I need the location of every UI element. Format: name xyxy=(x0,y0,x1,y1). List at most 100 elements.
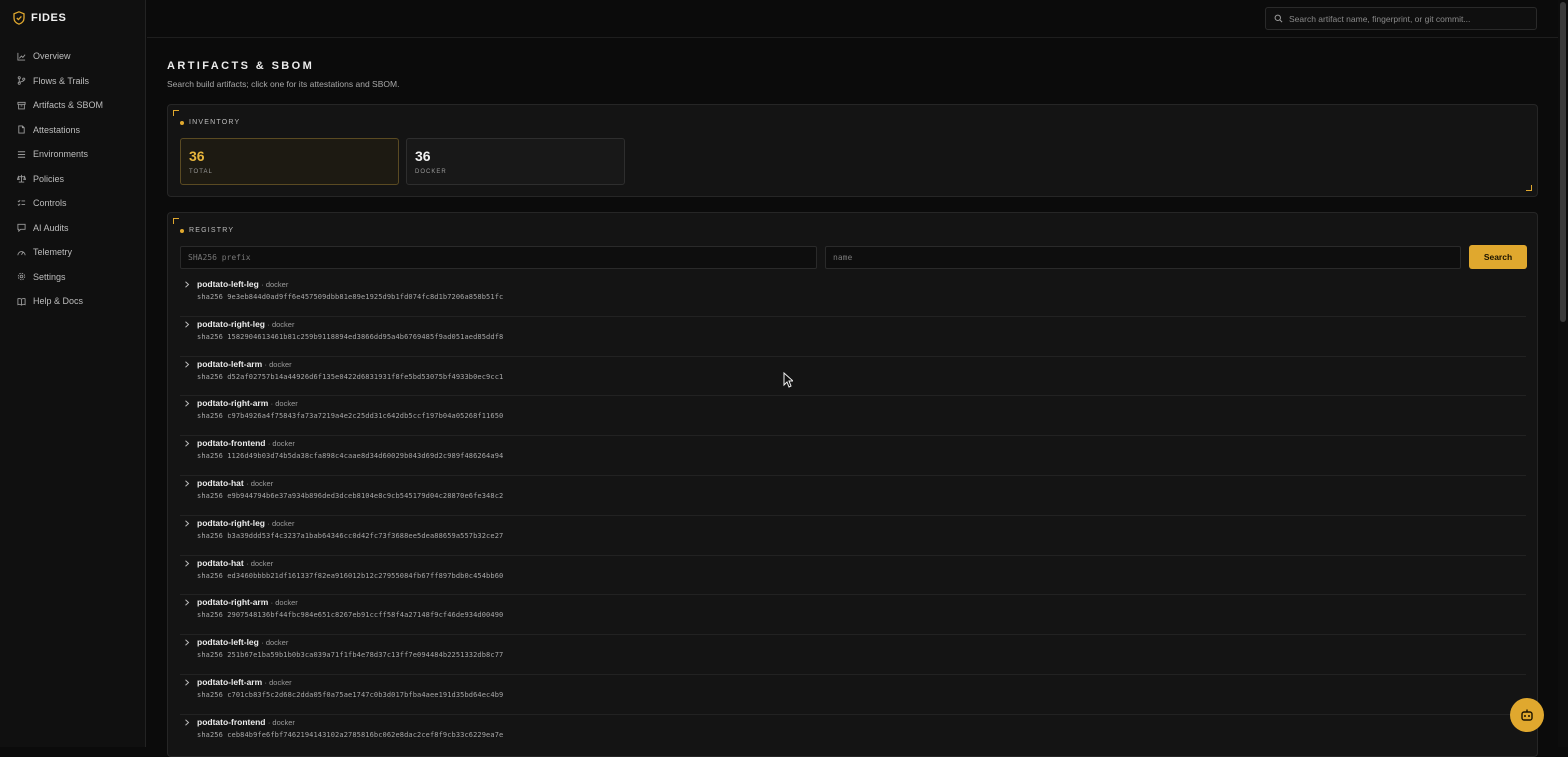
artifact-name-text: podtato-right-arm xyxy=(197,398,269,409)
artifact-name-text: podtato-left-arm xyxy=(197,676,263,687)
artifact-type: · docker xyxy=(246,478,274,488)
sidebar-item-help-docs[interactable]: Help & Docs xyxy=(0,289,146,314)
artifact-sha: sha256 1582904613461b81c259b9118894ed386… xyxy=(197,332,504,341)
chevron-right-icon[interactable] xyxy=(184,560,190,567)
artifact-type: · docker xyxy=(264,359,292,369)
stat-card-total[interactable]: 36 TOTAL xyxy=(180,138,399,185)
sidebar-item-overview[interactable]: Overview xyxy=(0,44,146,69)
sidebar-item-telemetry[interactable]: Telemetry xyxy=(0,240,146,265)
inventory-panel: INVENTORY 36 TOTAL 36 DOCKER xyxy=(167,104,1538,197)
sidebar-item-label: Settings xyxy=(33,271,66,282)
artifact-name-text: podtato-right-leg xyxy=(197,517,265,528)
sidebar-item-label: Help & Docs xyxy=(33,296,84,307)
artifact-row[interactable]: podtato-left-leg · docker sha256 9e3eb844… xyxy=(180,277,1526,317)
artifact-row[interactable]: podtato-hat · docker sha256 ed3460bbbb21d… xyxy=(180,556,1526,596)
artifact-row[interactable]: podtato-right-arm · docker sha256 c97b492… xyxy=(180,396,1526,437)
sidebar-item-attestations[interactable]: Attestations xyxy=(0,118,146,143)
mouse-cursor-icon xyxy=(783,372,793,388)
sidebar-item-controls[interactable]: Controls xyxy=(0,191,146,216)
sidebar-item-label: Attestations xyxy=(33,124,81,135)
archive-box-icon xyxy=(17,101,26,110)
chevron-right-icon[interactable] xyxy=(184,281,190,288)
shield-logo-icon xyxy=(13,11,25,25)
gear-icon xyxy=(17,273,26,281)
artifact-type: · docker xyxy=(270,598,298,608)
scale-icon xyxy=(17,175,26,183)
artifact-sha: sha256 e9b944794b6e37a934b896ded3dceb810… xyxy=(197,491,504,500)
sidebar-item-settings[interactable]: Settings xyxy=(0,265,146,290)
artifact-type: · docker xyxy=(267,518,295,528)
chevron-right-icon[interactable] xyxy=(184,361,190,368)
brand[interactable]: FIDES xyxy=(13,11,66,25)
artifact-sha: sha256 1126d49b03d74b5da38cfa898c4caae8d… xyxy=(197,452,504,461)
scrollbar-thumb[interactable] xyxy=(1560,2,1566,322)
global-search[interactable] xyxy=(1265,7,1537,30)
assistant-button[interactable] xyxy=(1510,698,1544,732)
artifact-sha: sha256 2907548136bf44fbc984e651c8267eb91… xyxy=(197,611,504,620)
artifact-name-text: podtato-hat xyxy=(197,557,244,568)
artifact-sha: sha256 b3a39ddd53f4c3237a1bab64346cc0d42… xyxy=(197,531,504,540)
chevron-right-icon[interactable] xyxy=(184,719,190,726)
artifact-row[interactable]: podtato-frontend · docker sha256 ceb84b9f… xyxy=(180,715,1526,755)
artifact-row[interactable]: podtato-left-arm · docker sha256 d52af027… xyxy=(180,357,1526,397)
name-filter-input[interactable] xyxy=(825,246,1461,269)
artifact-type: · docker xyxy=(270,399,298,409)
artifact-sha: sha256 d52af02757b14a44926d6f135e0422d68… xyxy=(197,372,504,381)
stat-card-docker[interactable]: 36 DOCKER xyxy=(406,138,625,185)
sidebar-item-flows-trails[interactable]: Flows & Trails xyxy=(0,69,146,94)
artifact-row[interactable]: podtato-hat · docker sha256 e9b944794b6e3… xyxy=(180,476,1526,516)
artifact-sha: sha256 c97b4926a4f75843fa73a7219a4e2c25d… xyxy=(197,412,504,421)
artifact-sha: sha256 ceb84b9fe6fbf7462194143102a278581… xyxy=(197,730,504,739)
artifact-row[interactable]: podtato-right-arm · docker sha256 2907548… xyxy=(180,595,1526,636)
sidebar-item-label: Environments xyxy=(33,149,89,160)
sidebar-nav: Overview Flows & Trails Artifacts & SBOM… xyxy=(0,44,146,314)
artifact-name: podtato-frontend · docker xyxy=(197,717,295,727)
chevron-right-icon[interactable] xyxy=(184,520,190,527)
robot-icon xyxy=(1521,709,1533,721)
artifact-name-text: podtato-right-leg xyxy=(197,318,265,329)
artifact-list: podtato-left-leg · docker sha256 9e3eb844… xyxy=(180,277,1526,755)
artifact-type: · docker xyxy=(264,677,292,687)
artifact-name: podtato-right-leg · docker xyxy=(197,319,294,329)
sidebar-item-artifacts-sbom[interactable]: Artifacts & SBOM xyxy=(0,93,146,118)
chevron-right-icon[interactable] xyxy=(184,440,190,447)
section-title: INVENTORY xyxy=(189,119,241,126)
status-dot-icon xyxy=(180,120,184,125)
chevron-right-icon[interactable] xyxy=(184,599,190,606)
artifact-name: podtato-left-arm · docker xyxy=(197,359,292,369)
stat-value: 36 xyxy=(415,148,431,164)
chevron-right-icon[interactable] xyxy=(184,679,190,686)
sha256-prefix-input[interactable] xyxy=(180,246,817,269)
registry-panel: REGISTRY Search podtato-left-leg · docke… xyxy=(167,212,1538,757)
artifact-name: podtato-left-leg · docker xyxy=(197,279,288,289)
artifact-name: podtato-right-leg · docker xyxy=(197,518,294,528)
artifact-name-text: podtato-left-leg xyxy=(197,279,259,289)
stat-value: 36 xyxy=(189,148,205,164)
artifact-type: · docker xyxy=(246,558,274,568)
artifact-name: podtato-hat · docker xyxy=(197,478,273,488)
chevron-right-icon[interactable] xyxy=(184,639,190,646)
sidebar: FIDES Overview Flows & Trails Artifacts … xyxy=(0,0,146,747)
artifact-row[interactable]: podtato-right-leg · docker sha256 1582904… xyxy=(180,317,1526,357)
sidebar-item-label: Policies xyxy=(33,173,65,184)
artifact-row[interactable]: podtato-frontend · docker sha256 1126d49b… xyxy=(180,436,1526,476)
artifact-row[interactable]: podtato-right-leg · docker sha256 b3a39dd… xyxy=(180,516,1526,556)
page-scrollbar[interactable] xyxy=(1558,0,1568,747)
artifact-type: · docker xyxy=(267,319,295,329)
status-dot-icon xyxy=(180,228,184,233)
server-stack-icon xyxy=(17,151,26,158)
chart-line-icon xyxy=(17,52,26,61)
artifact-row[interactable]: podtato-left-leg · docker sha256 251b67e1… xyxy=(180,635,1526,675)
sidebar-item-ai-audits[interactable]: AI Audits xyxy=(0,216,146,241)
sidebar-item-label: Telemetry xyxy=(33,247,73,258)
app-name: FIDES xyxy=(31,12,67,24)
search-button[interactable]: Search xyxy=(1469,245,1527,269)
artifact-row[interactable]: podtato-left-arm · docker sha256 c701cb83… xyxy=(180,675,1526,715)
chevron-right-icon[interactable] xyxy=(184,321,190,328)
sidebar-item-policies[interactable]: Policies xyxy=(0,167,146,192)
global-search-input[interactable] xyxy=(1289,13,1536,24)
sidebar-item-environments[interactable]: Environments xyxy=(0,142,146,167)
stat-label: TOTAL xyxy=(189,169,213,175)
chevron-right-icon[interactable] xyxy=(184,400,190,407)
chevron-right-icon[interactable] xyxy=(184,480,190,487)
